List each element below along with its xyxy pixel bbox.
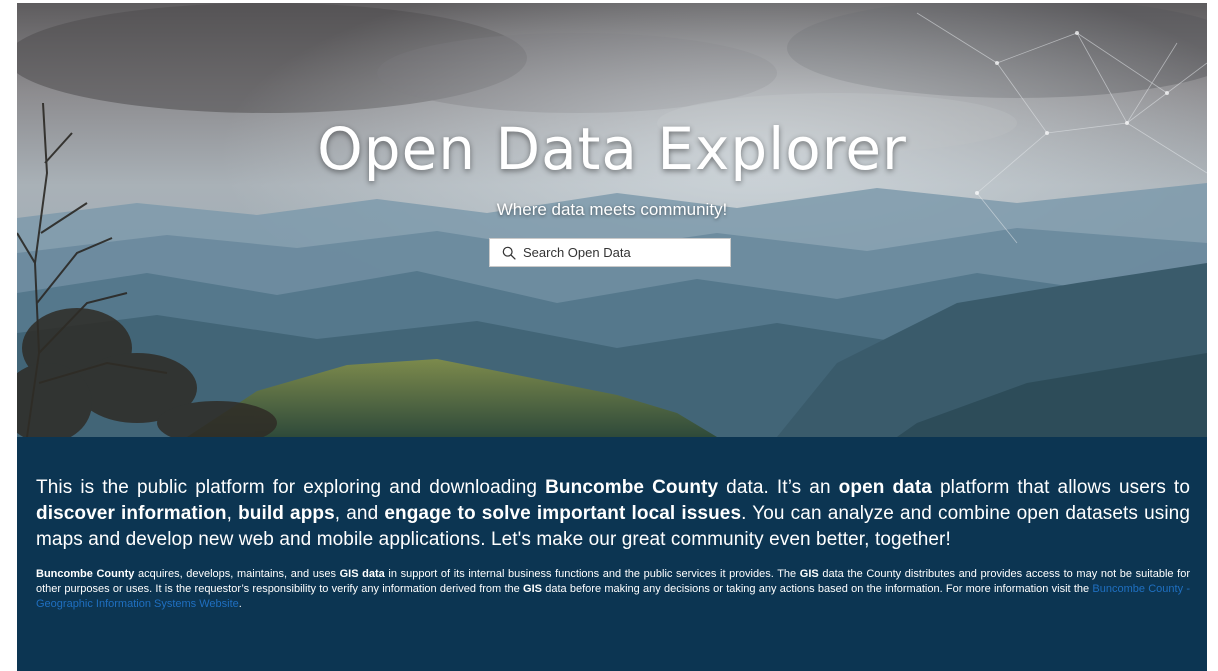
disclaimer-text: in support of its internal business func… — [384, 568, 800, 580]
disclaimer-bold-gis: GIS — [523, 583, 542, 595]
intro-text: , — [226, 503, 239, 524]
info-panel: This is the public platform for explorin… — [17, 437, 1207, 671]
intro-bold-build-apps: build apps — [238, 503, 335, 524]
disclaimer-text: acquires, develops, maintains, and uses — [134, 568, 340, 580]
intro-text: data. It’s an — [718, 477, 839, 498]
intro-bold-engage: engage to solve important local issues — [384, 503, 742, 524]
gis-disclaimer: Buncombe County acquires, develops, main… — [36, 567, 1190, 612]
search-icon — [502, 246, 516, 260]
disclaimer-bold-gis: GIS — [799, 568, 819, 580]
intro-text: platform that allows users to — [931, 477, 1190, 498]
intro-text: , and — [334, 503, 385, 524]
search-box[interactable] — [489, 238, 731, 267]
intro-bold-open-data: open data — [838, 477, 932, 498]
disclaimer-text: . — [238, 598, 242, 610]
hero-banner: Open Data Explorer Where data meets comm… — [17, 3, 1207, 437]
disclaimer-bold-county: Buncombe County — [36, 568, 135, 580]
search-input[interactable] — [523, 245, 723, 260]
mountain-landscape-background — [17, 3, 1207, 437]
tagline: Where data meets community! — [496, 200, 728, 219]
intro-bold-discover: discover information — [36, 503, 227, 524]
intro-paragraph: This is the public platform for explorin… — [36, 475, 1190, 553]
page: Open Data Explorer Where data meets comm… — [17, 3, 1207, 671]
disclaimer-text: data before making any decisions or taki… — [541, 583, 1093, 595]
intro-text: This is the public platform for explorin… — [36, 477, 546, 498]
page-title: Open Data Explorer — [317, 115, 907, 183]
intro-bold-county: Buncombe County — [545, 477, 719, 498]
disclaimer-bold-gis-data: GIS data — [339, 568, 385, 580]
